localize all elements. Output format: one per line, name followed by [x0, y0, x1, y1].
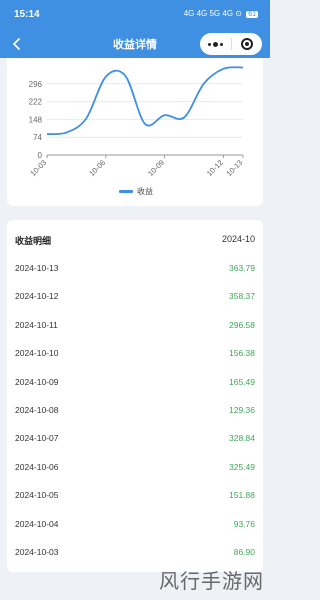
y-tick-label: 296 [29, 80, 43, 89]
y-tick-label: 148 [29, 115, 43, 124]
status-bar: 15:14 4G 4G 5G 4G ⊙ 61 [0, 0, 270, 30]
income-list: 2024-10-13 363.79 2024-10-12 358.37 2024-10-… [15, 260, 255, 572]
row-date: 2024-10-08 [15, 404, 59, 415]
list-item: 2024-10-05 151.88 [15, 487, 255, 515]
nav-bar: 收益详情 [0, 30, 270, 58]
row-amount: 93.76 [233, 518, 255, 529]
list-item: 2024-10-11 296.58 [15, 317, 255, 345]
income-line-chart: 07414822229610-03 10-06 10-09 10-12 10-13收益 [28, 66, 244, 196]
list-item: 2024-10-04 93.76 [15, 516, 255, 544]
status-time: 15:14 [14, 9, 40, 20]
y-tick-label: 222 [29, 98, 43, 107]
mini-program-capsule [200, 33, 262, 55]
target-close-icon [241, 38, 253, 50]
list-item: 2024-10-06 325.49 [15, 459, 255, 487]
battery-icon: 61 [246, 11, 258, 18]
row-date: 2024-10-11 [15, 319, 58, 330]
x-tick-label: 10-06 [87, 158, 107, 178]
row-date: 2024-10-10 [15, 348, 59, 359]
row-amount: 358.37 [229, 291, 255, 302]
row-date: 2024-10-04 [15, 518, 59, 529]
watermark: 风行手游网 [159, 569, 264, 593]
list-item: 2024-10-08 129.36 [15, 402, 255, 430]
income-chart-card: 0 74 148 222 296 10-03 10-06 10-09 10-12 10-13 收益 [7, 58, 263, 206]
row-date: 2024-10-09 [15, 376, 59, 387]
income-detail-card: 收益明细 2024-10 2024-10-13 363.79 2024-10-12 3… [7, 220, 263, 572]
series-line [46, 66, 244, 136]
x-tick-label: 10-09 [146, 158, 166, 178]
row-amount: 363.79 [229, 263, 255, 273]
legend-swatch [119, 190, 133, 193]
more-dots-icon [208, 41, 223, 47]
month-selector[interactable]: 2024-10 [222, 234, 255, 244]
list-item: 2024-10-09 165.49 [15, 374, 255, 402]
detail-title: 收益明细 [15, 237, 52, 247]
status-icons: 4G 4G 5G 4G ⊙ 61 [184, 9, 258, 18]
row-date: 2024-10-12 [15, 291, 59, 302]
list-item: 2024-10-07 328.84 [15, 430, 255, 458]
row-date: 2024-10-05 [15, 490, 59, 501]
x-tick-label: 10-03 [28, 158, 48, 178]
row-amount: 86.90 [233, 546, 255, 557]
row-date: 2024-10-07 [15, 433, 59, 444]
row-amount: 129.36 [229, 404, 255, 415]
row-amount: 165.49 [229, 376, 255, 387]
x-tick-label: 10-13 [224, 158, 244, 178]
row-date: 2024-10-13 [15, 263, 59, 273]
row-amount: 156.38 [229, 348, 255, 359]
row-amount: 296.58 [229, 319, 255, 330]
list-item: 2024-10-10 156.38 [15, 345, 255, 373]
row-date: 2024-10-03 [15, 546, 59, 557]
row-amount: 325.49 [229, 461, 255, 472]
close-button[interactable] [232, 33, 262, 55]
more-button[interactable] [200, 33, 231, 55]
x-tick-label: 10-12 [205, 158, 225, 178]
y-tick-label: 74 [33, 133, 42, 142]
legend-label: 收益 [137, 186, 153, 196]
row-date: 2024-10-06 [15, 461, 59, 472]
detail-header: 收益明细 2024-10 [15, 234, 255, 248]
list-item: 2024-10-13 363.79 [15, 260, 255, 288]
list-item: 2024-10-12 358.37 [15, 288, 255, 316]
row-amount: 151.88 [229, 490, 255, 501]
signal-icons: 4G 4G 5G 4G ⊙ [183, 9, 242, 18]
row-amount: 328.84 [229, 433, 255, 444]
